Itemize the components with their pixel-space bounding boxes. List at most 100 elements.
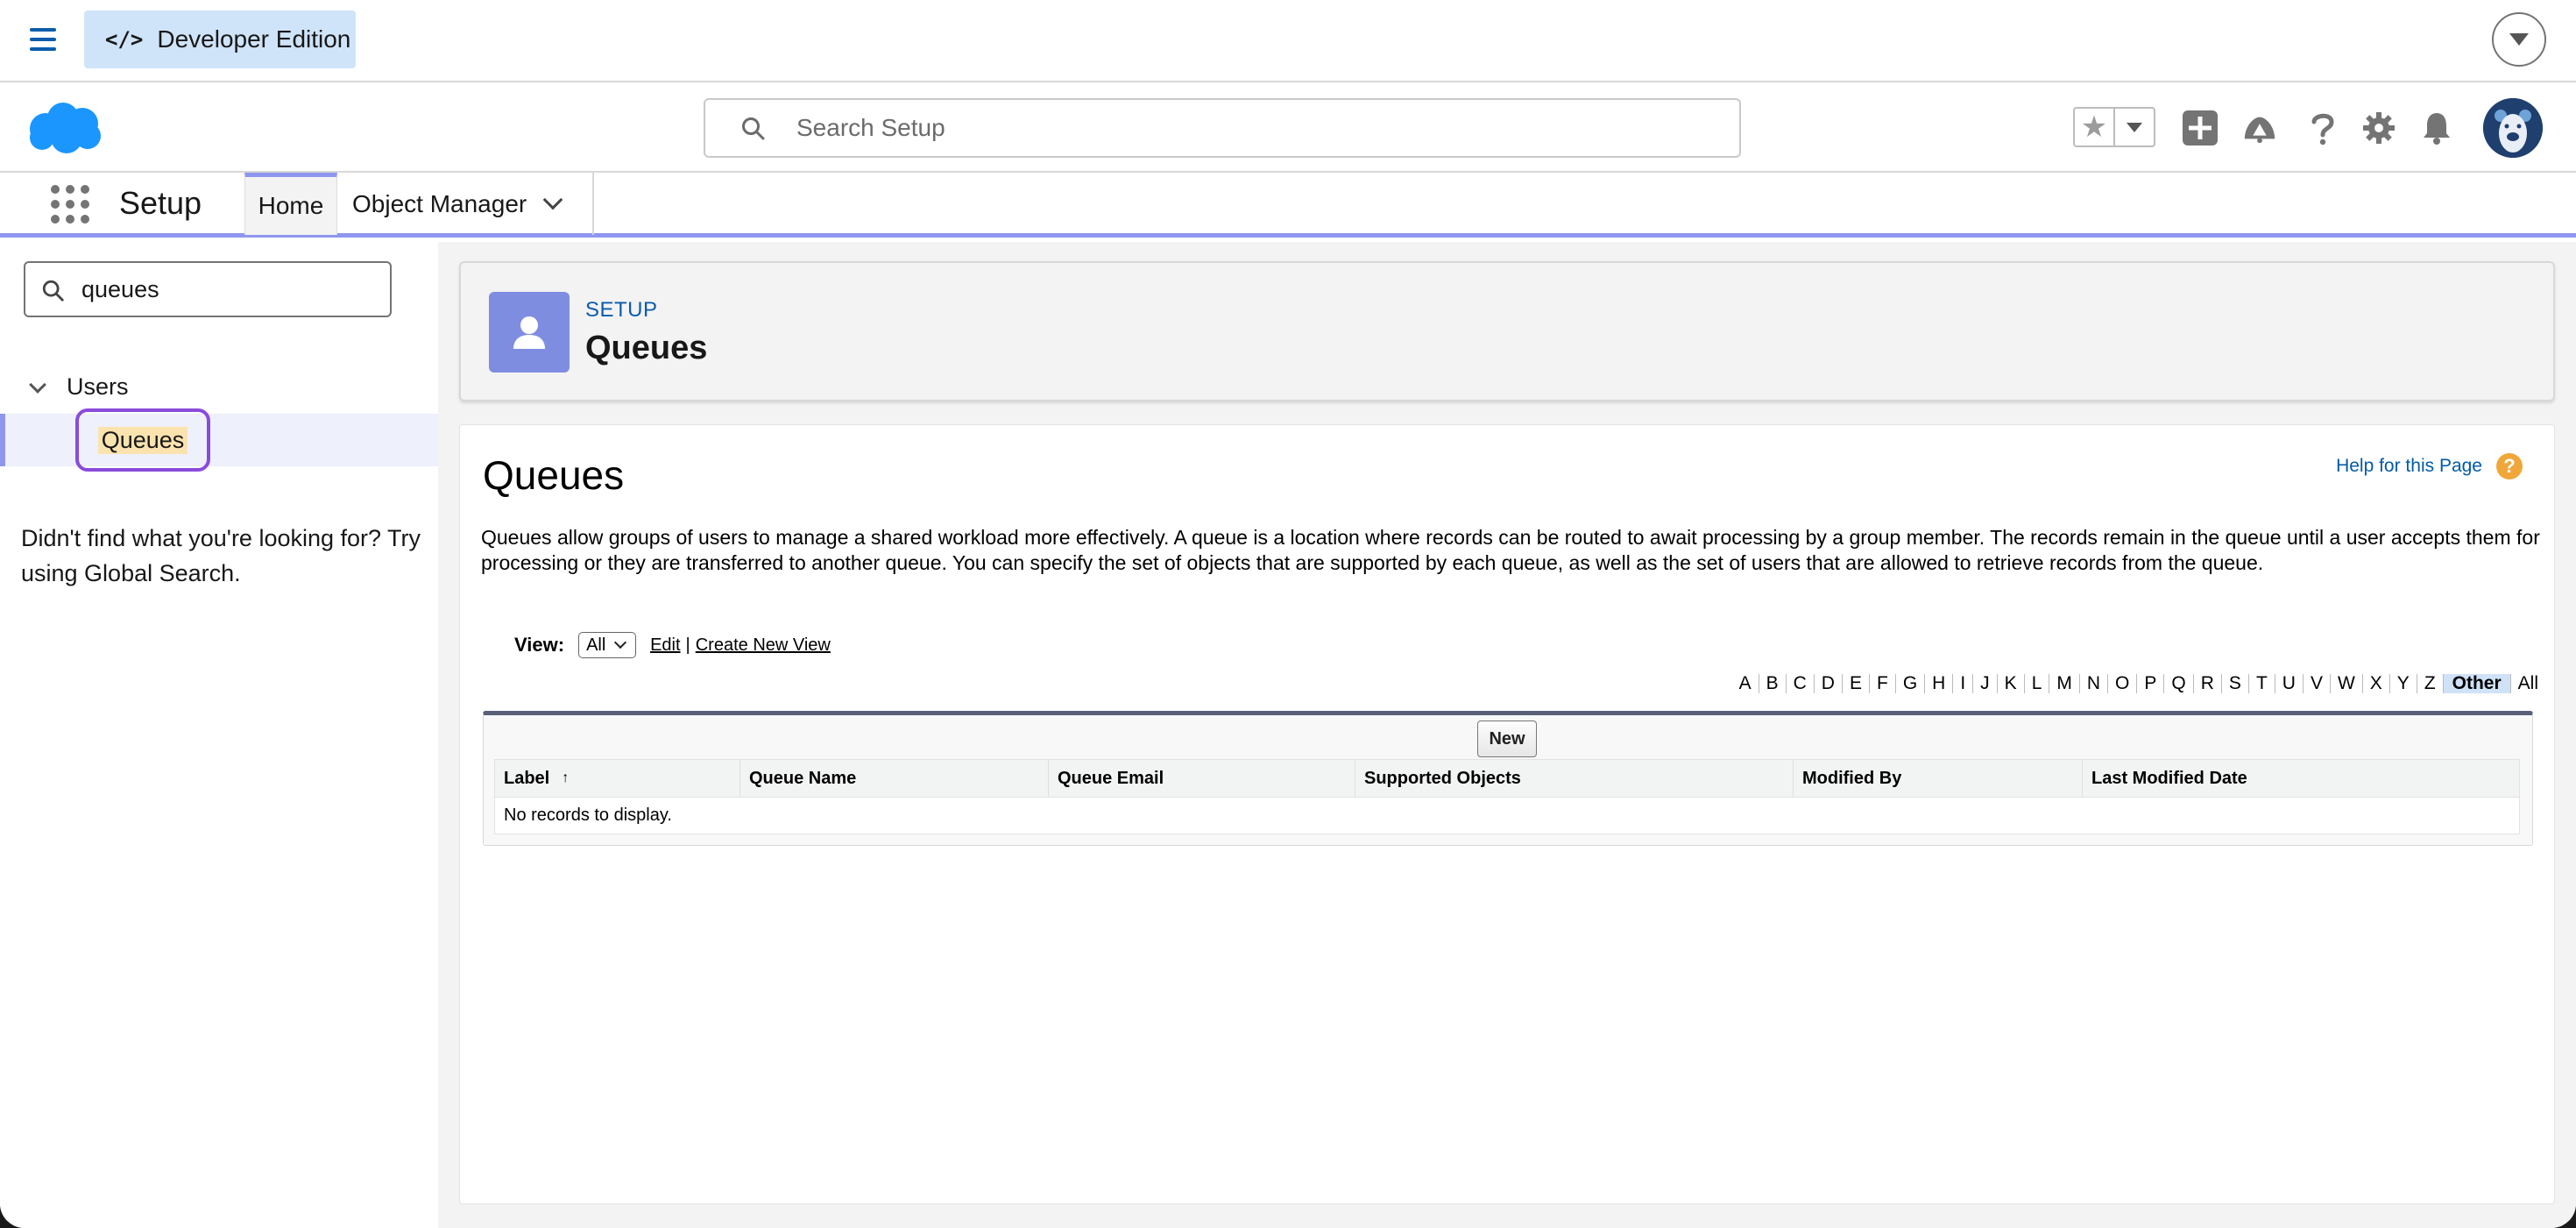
app-window: </> Developer Edition Search Setup ★ Set… (0, 0, 2576, 1228)
chevron-down-icon[interactable] (542, 189, 563, 209)
page-header: SETUP Queues (459, 261, 2555, 401)
search-icon (742, 117, 765, 140)
empty-table-row: No records to display. (494, 798, 2520, 834)
alphabet-filter-n[interactable]: N (2080, 674, 2109, 693)
alphabet-filter-t[interactable]: T (2249, 674, 2275, 693)
alphabet-filter-b[interactable]: B (1759, 674, 1787, 693)
caret-down-icon (2127, 122, 2142, 132)
global-search-input[interactable] (796, 109, 1725, 147)
page-description: Queues allow groups of users to manage a… (481, 526, 2540, 574)
tab-object-manager-label: Object Manager (352, 189, 527, 217)
alphabet-filter-r[interactable]: R (2194, 674, 2222, 693)
favorites-dropdown-button[interactable] (2115, 109, 2154, 146)
page-header-eyebrow: SETUP (585, 298, 658, 322)
page-title: Queues (585, 330, 708, 366)
global-search-box[interactable] (704, 98, 1741, 158)
sort-ascending-icon: ↑ (562, 770, 570, 785)
link-separator: | (685, 635, 690, 655)
help-question-icon[interactable]: ? (2496, 453, 2523, 479)
search-icon (42, 280, 64, 302)
view-select-value: All (586, 635, 606, 655)
alphabet-filter-e[interactable]: E (1843, 674, 1870, 693)
quick-find-input[interactable] (81, 272, 379, 307)
sidebar-group-users[interactable]: Users (29, 373, 129, 401)
alphabet-filter-i[interactable]: I (1953, 674, 1974, 693)
column-header-modified-by[interactable]: Modified By (1794, 760, 2083, 797)
alphabet-filter-s[interactable]: S (2222, 674, 2249, 693)
alphabet-filter-a[interactable]: A (1732, 674, 1759, 693)
app-launcher-icon[interactable] (51, 185, 89, 224)
alphabet-filter-v[interactable]: V (2304, 674, 2331, 693)
column-header-supported-objects[interactable]: Supported Objects (1355, 760, 1794, 797)
caret-down-icon (2509, 33, 2529, 46)
sidebar-help-text: Didn't find what you're looking for? Try… (21, 525, 421, 586)
column-header-queue-name[interactable]: Queue Name (740, 760, 1049, 797)
alphabet-filter-c[interactable]: C (1787, 674, 1815, 693)
alphabet-filter-l[interactable]: L (2025, 674, 2050, 693)
alphabet-filter-p[interactable]: P (2137, 674, 2165, 693)
help-link-label: Help for this Page (2336, 456, 2482, 476)
sidebar-item-queues[interactable]: Queues (0, 408, 438, 472)
alphabet-filter-y[interactable]: Y (2390, 674, 2417, 693)
notifications-bell-icon[interactable] (2418, 110, 2455, 146)
add-icon[interactable] (2182, 110, 2219, 146)
alphabet-filter-o[interactable]: O (2108, 674, 2138, 693)
alphabet-filter-j[interactable]: J (1973, 674, 1998, 693)
alphabet-filter-x[interactable]: X (2363, 674, 2390, 693)
code-icon: </> (105, 27, 144, 52)
sidebar-item-label: Queues (97, 426, 188, 454)
column-header-label[interactable]: Label ↑ (495, 760, 740, 797)
alphabet-filter-g[interactable]: G (1896, 674, 1926, 693)
alphabet-filter-h[interactable]: H (1925, 674, 1954, 693)
alphabet-filter-w[interactable]: W (2331, 674, 2363, 693)
account-dropdown-button[interactable] (2492, 12, 2546, 67)
alphabet-filter-q[interactable]: Q (2164, 674, 2194, 693)
table-header: Label ↑ Queue Name Queue Email Supported… (494, 759, 2520, 798)
view-selector-row: View: All Edit | Create New View (514, 632, 831, 658)
help-icon[interactable] (2304, 110, 2341, 146)
content-title: Queues (483, 452, 625, 498)
user-avatar[interactable] (2483, 98, 2543, 158)
favorites-group: ★ (2073, 107, 2155, 147)
salesforce-logo[interactable] (26, 99, 103, 160)
queues-content-panel: Queues Help for this Page ? Queues allow… (459, 424, 2555, 1204)
top-utility-bar: </> Developer Edition (0, 0, 2576, 82)
column-header-last-modified-date[interactable]: Last Modified Date (2083, 760, 2519, 797)
favorites-star-icon[interactable]: ★ (2075, 109, 2115, 146)
quick-find-box[interactable] (24, 261, 392, 317)
trailhead-icon[interactable] (2241, 110, 2278, 146)
developer-edition-label: Developer Edition (157, 25, 351, 53)
tab-home[interactable]: Home (244, 173, 337, 235)
create-new-view-link[interactable]: Create New View (696, 635, 831, 656)
alphabet-filter: A B C D E F G H I J K L M N O P Q R S T U V W X Y Z Other All (1732, 674, 2545, 693)
app-navigation-bar: Setup Home Object Manager (0, 171, 2576, 238)
alphabet-filter-k[interactable]: K (1998, 674, 2025, 693)
alphabet-filter-m[interactable]: M (2049, 674, 2080, 693)
alphabet-filter-all[interactable]: All (2511, 674, 2545, 693)
global-header: ★ (0, 83, 2576, 171)
menu-hamburger-icon[interactable] (30, 28, 56, 53)
app-name: Setup (119, 185, 202, 221)
alphabet-filter-u[interactable]: U (2275, 674, 2304, 693)
queues-list-table: New Label ↑ Queue Name Queue Email Suppo… (483, 711, 2533, 846)
highlight-outline: Queues (75, 408, 210, 472)
help-for-page-link[interactable]: Help for this Page ? (2336, 453, 2523, 479)
edit-view-link[interactable]: Edit (650, 635, 680, 656)
chevron-down-icon (29, 375, 46, 394)
alphabet-filter-d[interactable]: D (1815, 674, 1843, 693)
user-icon (489, 292, 570, 373)
alphabet-filter-f[interactable]: F (1870, 674, 1896, 693)
alphabet-filter-z[interactable]: Z (2417, 674, 2444, 693)
tab-object-manager[interactable]: Object Manager (338, 173, 594, 235)
view-label: View: (514, 634, 565, 656)
tab-home-label: Home (258, 192, 324, 219)
alphabet-filter-other[interactable]: Other (2443, 674, 2511, 693)
column-header-text: Label (504, 768, 550, 788)
developer-edition-badge[interactable]: </> Developer Edition (84, 11, 356, 68)
sidebar-group-label: Users (67, 373, 129, 400)
new-queue-button[interactable]: New (1477, 720, 1537, 757)
column-header-queue-email[interactable]: Queue Email (1049, 760, 1355, 797)
view-select[interactable]: All (578, 632, 637, 658)
chevron-down-icon (614, 635, 627, 649)
settings-gear-icon[interactable] (2360, 110, 2397, 146)
